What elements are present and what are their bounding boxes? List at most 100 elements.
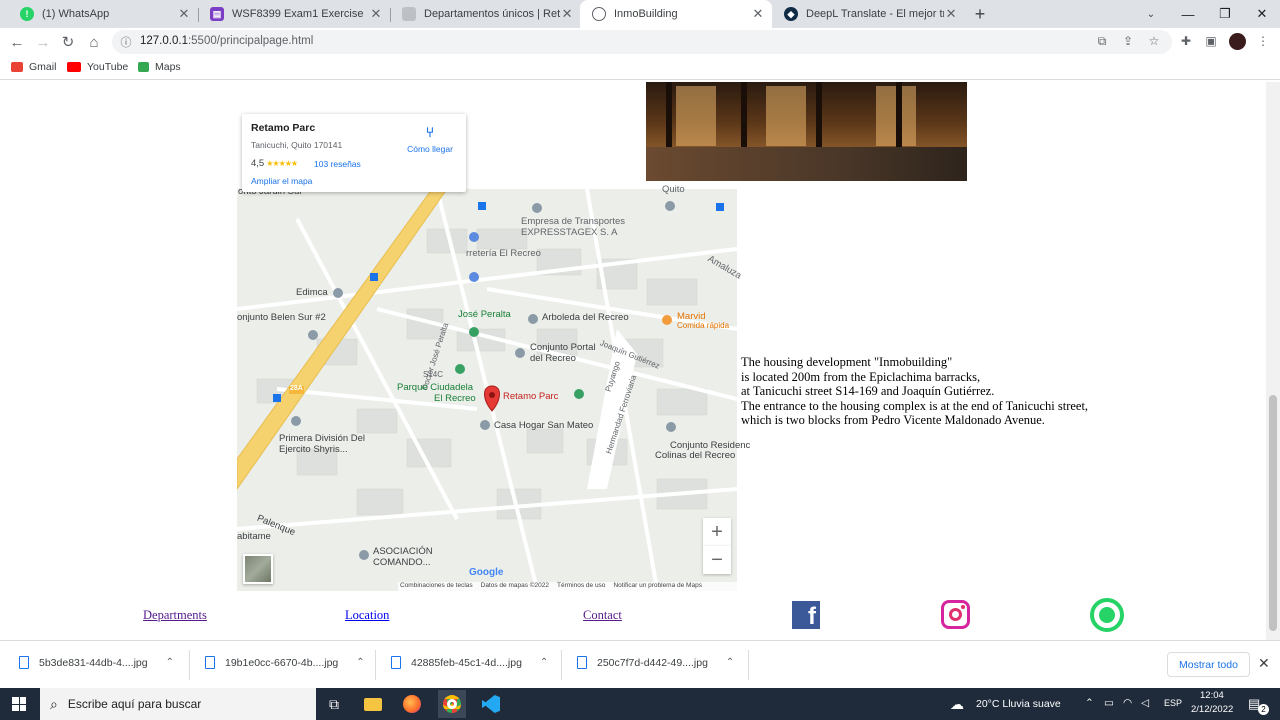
map-label: Quito	[662, 184, 685, 195]
whatsapp-icon[interactable]	[1090, 598, 1124, 632]
bookmark-maps[interactable]: Maps	[138, 61, 181, 73]
wifi-icon[interactable]: ◠	[1123, 697, 1132, 709]
file-icon	[205, 656, 215, 669]
reviews-link[interactable]: 103 reseñas	[314, 159, 361, 169]
tab-deepl[interactable]: ◆ DeepL Translate - El mejor tradu ✕	[772, 0, 964, 28]
download-item[interactable]: 5b3de831-44db-4....jpg ⌃	[19, 656, 174, 669]
download-separator	[561, 650, 562, 680]
google-logo: Google	[469, 567, 503, 578]
download-item[interactable]: 42885feb-45c1-4d....jpg ⌃	[391, 656, 548, 669]
description-line: is located 200m from the Epiclachima bar…	[741, 369, 981, 384]
bookmarks-bar	[0, 56, 1280, 80]
forward-arrow-icon[interactable]: →	[33, 32, 53, 52]
avatar[interactable]	[1229, 33, 1246, 50]
directions-button[interactable]: ⑂ Cómo llegar	[405, 124, 455, 154]
chrome-icon[interactable]	[438, 690, 466, 718]
report-problem-link[interactable]: Notificar un problema de Maps	[613, 582, 702, 592]
reload-icon[interactable]: ↻	[58, 32, 78, 52]
sidepanel-icon[interactable]: ▣	[1203, 33, 1219, 49]
scrollbar-thumb[interactable]	[1269, 395, 1277, 631]
menu-icon[interactable]: ⋮	[1255, 33, 1271, 49]
gmail-icon	[11, 62, 23, 72]
keyboard-shortcuts-link[interactable]: Combinaciones de teclas	[400, 582, 473, 592]
vscode-icon[interactable]	[477, 690, 505, 718]
chevron-up-icon[interactable]: ⌃	[356, 657, 364, 668]
close-icon[interactable]: ✕	[176, 6, 192, 22]
tray-chevron-up-icon[interactable]: ⌃	[1085, 697, 1094, 709]
new-tab-button[interactable]: +	[962, 0, 998, 28]
url-text[interactable]: 127.0.0.1:5500/principalpage.html	[140, 35, 313, 47]
close-icon[interactable]: ✕	[560, 6, 574, 22]
satellite-toggle[interactable]	[243, 554, 273, 584]
weather-text[interactable]: 20°C Lluvia suave	[976, 698, 1061, 710]
weather-icon[interactable]: ☁	[950, 696, 964, 713]
instagram-icon[interactable]	[941, 600, 970, 629]
map-label-retamo[interactable]: Retamo Parc	[503, 391, 558, 402]
map-label: S14C	[423, 370, 444, 379]
tab-wsf8399[interactable]: ▤ WSF8399 Exam1 Exercise ✕	[198, 0, 390, 28]
file-icon	[391, 656, 401, 669]
close-icon[interactable]: ✕	[1258, 655, 1270, 672]
nav-link-contact[interactable]: Contact	[583, 608, 622, 623]
language-indicator[interactable]: ESP	[1164, 698, 1182, 708]
terms-link[interactable]: Términos de uso	[557, 582, 605, 592]
place-address: Tanicuchi, Quito 170141	[251, 140, 343, 150]
directions-label: Cómo llegar	[407, 144, 453, 154]
close-window-button[interactable]: ✕	[1244, 0, 1280, 28]
map-label: Parque Ciudadela	[397, 382, 474, 393]
tab-whatsapp[interactable]: ! (1) WhatsApp ✕	[8, 0, 198, 28]
windows-start-icon[interactable]	[0, 688, 38, 720]
file-explorer-icon[interactable]	[359, 690, 387, 718]
tab-departamentos[interactable]: Departamentos únicos | Retamo ✕	[390, 0, 580, 28]
bookmark-youtube[interactable]: YouTube	[67, 61, 128, 73]
download-item[interactable]: 250c7f7d-d442-49....jpg ⌃	[577, 656, 734, 669]
share-icon[interactable]: ⇪	[1120, 33, 1136, 49]
restore-button[interactable]: ❐	[1207, 0, 1243, 28]
map-label: Primera División Del	[279, 433, 366, 444]
clock-time[interactable]: 12:04	[1200, 690, 1224, 701]
close-icon[interactable]: ✕	[944, 6, 958, 22]
bookmark-star-icon[interactable]: ☆	[1146, 33, 1162, 49]
bookmark-gmail[interactable]: Gmail	[11, 61, 56, 73]
download-item[interactable]: 19b1e0cc-6670-4b....jpg ⌃	[205, 656, 365, 669]
download-filename: 19b1e0cc-6670-4b....jpg	[225, 656, 339, 669]
map-label: ASOCIACIÓN	[373, 546, 433, 557]
place-name: Retamo Parc	[251, 122, 316, 134]
map-place-card: Retamo Parc Tanicuchi, Quito 170141 4,5 ★…	[242, 114, 466, 192]
map-label: COMANDO...	[373, 557, 431, 568]
map-label: Empresa de Transportes	[521, 216, 626, 227]
chevron-up-icon[interactable]: ⌃	[726, 657, 734, 668]
url-path: :5500/principalpage.html	[187, 35, 314, 47]
home-icon[interactable]: ⌂	[84, 32, 104, 52]
minimize-button[interactable]: —	[1170, 0, 1206, 28]
tray-device-icon[interactable]: ▭	[1104, 697, 1114, 709]
zoom-out-button[interactable]: −	[703, 546, 731, 574]
close-icon[interactable]: ✕	[368, 6, 384, 22]
firefox-icon[interactable]	[398, 690, 426, 718]
map-label: El Recreo	[434, 393, 476, 404]
volume-icon[interactable]: ◁	[1141, 697, 1149, 709]
tab-search-chevron-down-icon[interactable]: ⌄	[1133, 0, 1169, 28]
nav-link-departments[interactable]: Departments	[143, 608, 207, 623]
notifications-badge: 2	[1258, 704, 1269, 715]
whatsapp-icon: !	[20, 7, 34, 21]
nav-link-location[interactable]: Location	[345, 608, 389, 623]
map-label: Conjunto Portal	[530, 342, 596, 353]
show-all-downloads-button[interactable]: Mostrar todo	[1167, 652, 1250, 677]
chevron-up-icon[interactable]: ⌃	[166, 657, 174, 668]
clock-date[interactable]: 2/12/2022	[1191, 704, 1233, 715]
bookmark-label: Maps	[155, 61, 181, 73]
tab-inmobuilding[interactable]: InmoBuilding ✕	[580, 0, 772, 28]
zoom-in-button[interactable]: +	[703, 518, 731, 546]
close-icon[interactable]: ✕	[750, 6, 766, 22]
translate-icon[interactable]: ⧉	[1094, 33, 1110, 49]
chevron-up-icon[interactable]: ⌃	[540, 657, 548, 668]
info-icon[interactable]: ⓘ	[118, 34, 134, 50]
download-filename: 250c7f7d-d442-49....jpg	[597, 656, 708, 669]
facebook-icon[interactable]: f	[792, 601, 820, 629]
enlarge-map-link[interactable]: Ampliar el mapa	[251, 176, 312, 186]
taskbar-search-box[interactable]: ⌕ Escribe aquí para buscar	[40, 688, 316, 720]
task-view-icon[interactable]: ⧉	[320, 690, 348, 718]
back-arrow-icon[interactable]: ←	[7, 32, 27, 52]
extensions-icon[interactable]: ✚	[1178, 33, 1194, 49]
